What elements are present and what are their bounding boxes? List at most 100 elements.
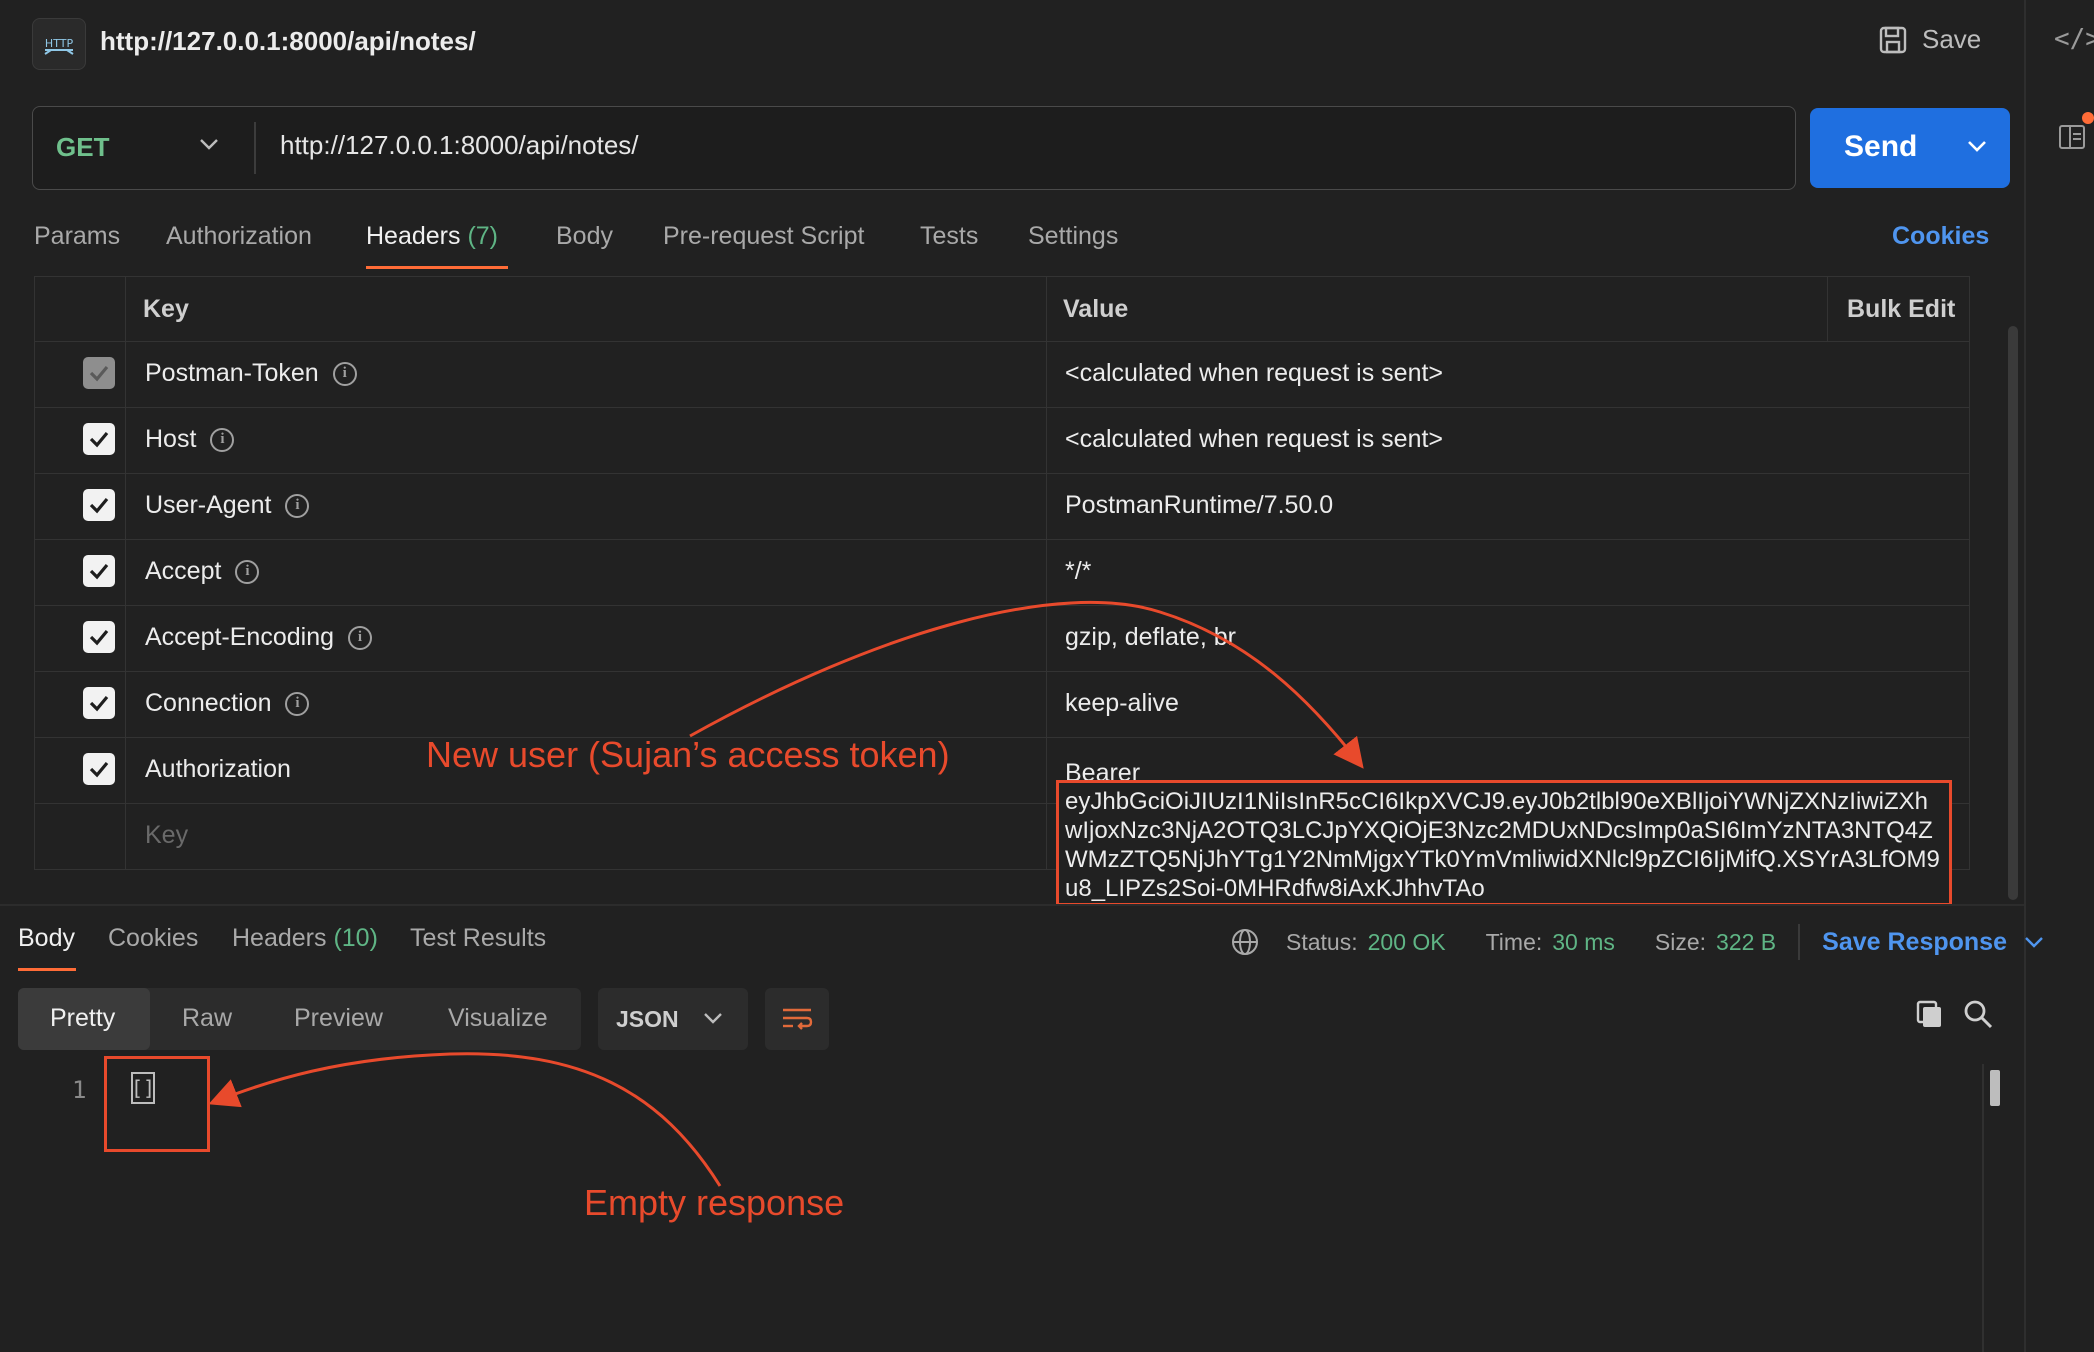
status-label: Status:: [1286, 928, 1358, 955]
check-icon: [89, 431, 109, 448]
header-value[interactable]: keep-alive: [1065, 689, 1179, 718]
arrow-to-empty-response: [208, 1052, 722, 1187]
cookies-link[interactable]: Cookies: [1892, 222, 1989, 251]
format-select[interactable]: JSON: [598, 988, 748, 1050]
code-snippet-icon[interactable]: </>: [2054, 24, 2094, 54]
check-icon: [89, 563, 109, 580]
method-select[interactable]: GET: [56, 132, 109, 163]
table-header: Key Value Bulk Edit: [35, 277, 1969, 342]
view-pretty[interactable]: Pretty: [50, 1004, 115, 1033]
row-checkbox[interactable]: [83, 489, 115, 521]
wrap-lines-button[interactable]: [765, 988, 829, 1050]
row-checkbox[interactable]: [83, 423, 115, 455]
check-icon: [89, 497, 109, 514]
tab-headers-label: Headers: [366, 222, 461, 250]
divider: [1798, 924, 1801, 960]
info-icon[interactable]: i: [285, 691, 310, 716]
time-label: Time:: [1485, 928, 1543, 955]
response-tab-headers-count: (10): [333, 924, 378, 952]
header-value[interactable]: PostmanRuntime/7.50.0: [1065, 491, 1333, 520]
view-raw[interactable]: Raw: [182, 1004, 232, 1033]
response-tab-test-results[interactable]: Test Results: [410, 924, 546, 953]
row-checkbox[interactable]: [83, 555, 115, 587]
header-key[interactable]: Postman-Token: [145, 359, 319, 388]
notification-dot: [2082, 112, 2094, 124]
row-checkbox[interactable]: [83, 753, 115, 785]
globe-icon[interactable]: [1230, 927, 1260, 957]
header-key[interactable]: User-Agent: [145, 491, 271, 520]
tab-authorization[interactable]: Authorization: [166, 222, 312, 251]
view-visualize[interactable]: Visualize: [448, 1004, 548, 1033]
tab-headers-count: (7): [467, 222, 499, 250]
row-checkbox[interactable]: [83, 357, 115, 389]
header-key[interactable]: Host: [145, 425, 196, 454]
tab-tests[interactable]: Tests: [920, 222, 978, 251]
time-value[interactable]: 30 ms: [1552, 929, 1615, 956]
bulk-edit-button[interactable]: Bulk Edit: [1847, 295, 1955, 324]
scroll-track: [1982, 1064, 1984, 1352]
bearer-token-value[interactable]: eyJhbGciOiJIUzI1NiIsInR5cCI6IkpXVCJ9.eyJ…: [1056, 780, 1952, 906]
info-icon[interactable]: i: [210, 427, 235, 452]
send-button[interactable]: Send: [1810, 108, 2010, 188]
chevron-down-icon[interactable]: [1966, 138, 1988, 154]
line-number: 1: [72, 1076, 87, 1104]
active-tab-indicator: [18, 968, 76, 971]
header-value[interactable]: <calculated when request is sent>: [1065, 359, 1443, 388]
new-key-input[interactable]: Key: [145, 821, 188, 850]
save-label: Save: [1922, 24, 1982, 54]
info-icon[interactable]: i: [348, 625, 373, 650]
table-row: Host i <calculated when request is sent>: [35, 407, 1969, 474]
tab-params[interactable]: Params: [34, 222, 120, 251]
tab-body[interactable]: Body: [556, 222, 613, 251]
search-icon[interactable]: [1962, 998, 1994, 1035]
save-button[interactable]: Save: [1878, 24, 1981, 55]
status-value[interactable]: 200 OK: [1368, 929, 1446, 956]
info-icon[interactable]: i: [332, 361, 357, 386]
chevron-down-icon[interactable]: [198, 136, 220, 157]
url-input[interactable]: http://127.0.0.1:8000/api/notes/: [280, 130, 639, 161]
header-value[interactable]: gzip, deflate, br: [1065, 623, 1236, 652]
size-value[interactable]: 322 B: [1716, 929, 1776, 956]
svg-text:HTTP: HTTP: [45, 37, 74, 50]
info-icon[interactable]: i: [285, 493, 310, 518]
response-tab-headers[interactable]: Headers (10): [232, 924, 378, 953]
empty-response-highlight: [104, 1056, 210, 1152]
row-checkbox[interactable]: [83, 687, 115, 719]
scrollbar[interactable]: [2008, 326, 2018, 900]
info-icon[interactable]: i: [235, 559, 260, 584]
scrollbar[interactable]: [1990, 1070, 2000, 1106]
chevron-down-icon[interactable]: [2023, 934, 2045, 950]
tab-settings[interactable]: Settings: [1028, 222, 1118, 251]
view-preview[interactable]: Preview: [294, 1004, 383, 1033]
right-sidebar: [2024, 0, 2094, 1352]
check-icon: [89, 761, 109, 778]
header-key[interactable]: Accept: [145, 557, 221, 586]
request-title[interactable]: http://127.0.0.1:8000/api/notes/: [100, 26, 476, 57]
active-tab-indicator: [366, 266, 508, 269]
header-value[interactable]: <calculated when request is sent>: [1065, 425, 1443, 454]
tab-pre-request-script[interactable]: Pre-request Script: [663, 222, 864, 251]
response-tab-body[interactable]: Body: [18, 924, 75, 953]
view-mode-selector: Pretty Raw Preview Visualize: [18, 988, 581, 1050]
header-key[interactable]: Connection: [145, 689, 271, 718]
table-row: Accept i */*: [35, 539, 1969, 606]
header-key[interactable]: Accept-Encoding: [145, 623, 334, 652]
save-icon: [1879, 26, 1907, 53]
documentation-icon[interactable]: [2058, 122, 2088, 157]
wrap-icon: [783, 1008, 813, 1030]
send-label: Send: [1844, 130, 1918, 163]
copy-icon[interactable]: [1914, 998, 1946, 1035]
tab-headers[interactable]: Headers (7): [366, 222, 498, 251]
column-divider: [1827, 277, 1828, 341]
divider: [254, 122, 256, 174]
header-value[interactable]: */*: [1065, 557, 1091, 586]
size-label: Size:: [1654, 928, 1707, 955]
table-row: Accept-Encoding i gzip, deflate, br: [35, 605, 1969, 672]
header-key[interactable]: Authorization: [145, 755, 291, 784]
save-response-button[interactable]: Save Response: [1822, 928, 2007, 957]
chevron-down-icon: [704, 1013, 722, 1024]
response-status-bar: Status: 200 OK Time: 30 ms Size: 322 B S…: [1230, 924, 2045, 960]
response-tab-cookies[interactable]: Cookies: [108, 924, 198, 953]
check-icon: [89, 365, 109, 382]
row-checkbox[interactable]: [83, 621, 115, 653]
